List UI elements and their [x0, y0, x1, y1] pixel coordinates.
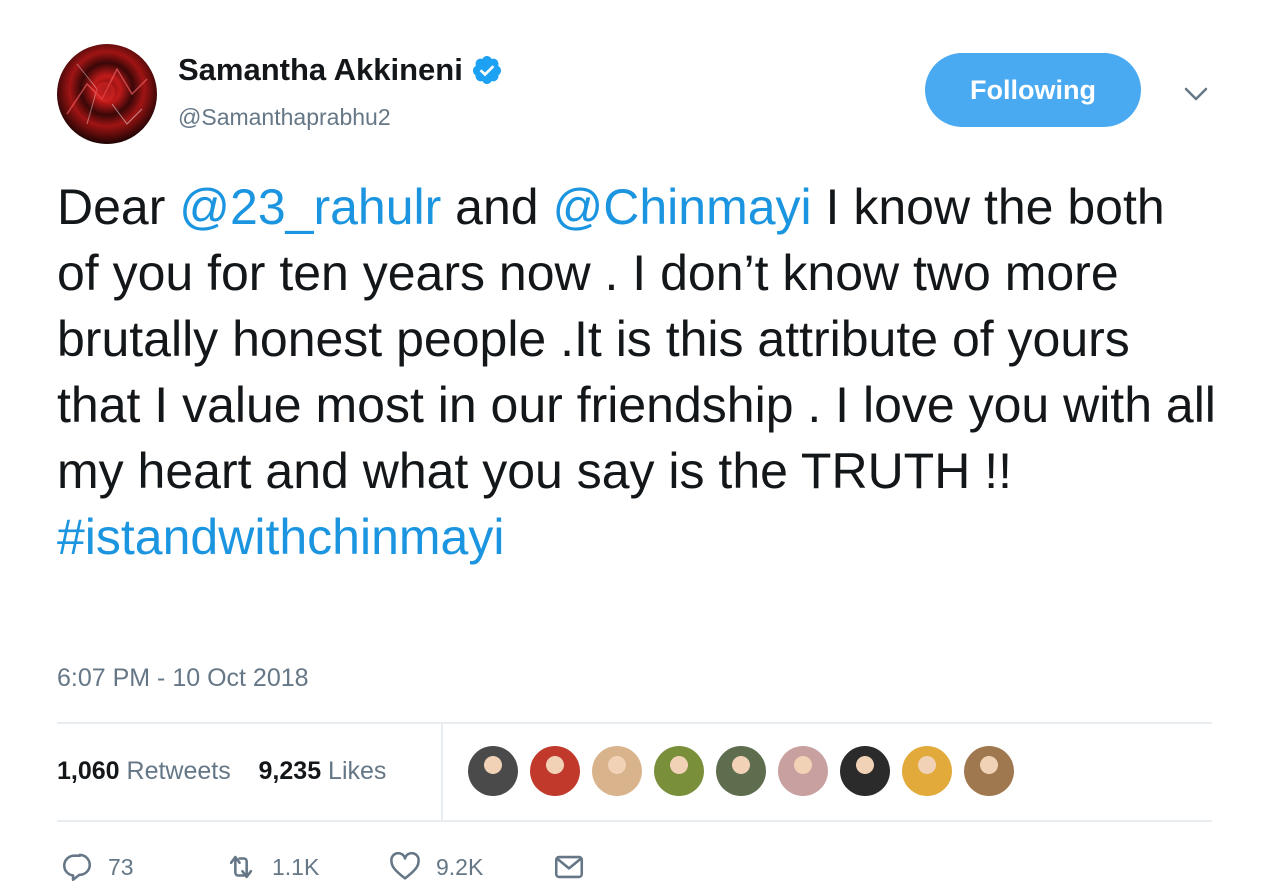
tweet-actions: 73 1.1K 9.2K: [60, 850, 586, 884]
reply-count: 73: [108, 853, 134, 880]
reply-icon: [62, 853, 92, 882]
message-action[interactable]: [552, 850, 586, 884]
mention-link[interactable]: @23_rahulr: [179, 179, 441, 235]
liker-avatar[interactable]: [902, 746, 952, 796]
liker-avatar[interactable]: [592, 746, 642, 796]
likes-count: 9,235: [258, 757, 322, 785]
divider: [57, 722, 1212, 724]
following-button[interactable]: Following: [925, 53, 1141, 127]
retweet-action[interactable]: 1.1K: [224, 850, 388, 884]
tweet-text: Dear @23_rahulr and @Chinmayi I know the…: [57, 174, 1217, 570]
liker-avatar[interactable]: [654, 746, 704, 796]
chevron-down-icon[interactable]: [1182, 82, 1210, 106]
divider: [57, 820, 1212, 822]
divider: [441, 723, 443, 821]
author-name-text[interactable]: Samantha Akkineni: [178, 52, 463, 88]
retweets-stat[interactable]: 1,060 Retweets: [57, 757, 231, 785]
tweet-timestamp[interactable]: 6:07 PM - 10 Oct 2018: [57, 664, 309, 693]
like-count: 9.2K: [436, 853, 484, 880]
liker-avatar[interactable]: [778, 746, 828, 796]
avatar[interactable]: [57, 44, 157, 144]
liker-avatar[interactable]: [716, 746, 766, 796]
heart-icon: [390, 851, 420, 880]
liker-avatar[interactable]: [840, 746, 890, 796]
envelope-icon: [554, 855, 584, 879]
author-name[interactable]: Samantha Akkineni: [178, 52, 503, 88]
tweet-stats: 1,060 Retweets 9,235 Likes: [57, 757, 386, 786]
verified-badge-icon: [472, 56, 501, 84]
mention-link[interactable]: @Chinmayi: [553, 179, 812, 235]
tweet-text-segment: and: [441, 179, 553, 235]
retweets-count: 1,060: [57, 757, 120, 785]
retweet-count: 1.1K: [272, 853, 320, 880]
liker-avatar[interactable]: [964, 746, 1014, 796]
liker-avatar[interactable]: [468, 746, 518, 796]
likes-label: Likes: [328, 757, 387, 785]
retweets-label: Retweets: [126, 757, 231, 785]
author-handle[interactable]: @Samanthaprabhu2: [178, 104, 391, 131]
tweet-text-segment: Dear: [57, 179, 180, 235]
reply-action[interactable]: 73: [60, 850, 224, 884]
retweet-icon: [229, 855, 253, 879]
likes-stat[interactable]: 9,235 Likes: [259, 757, 387, 785]
like-action[interactable]: 9.2K: [388, 850, 552, 884]
hashtag-link[interactable]: #istandwithchinmayi: [57, 509, 504, 565]
liker-avatar[interactable]: [530, 746, 580, 796]
liker-avatars: [468, 746, 1014, 796]
